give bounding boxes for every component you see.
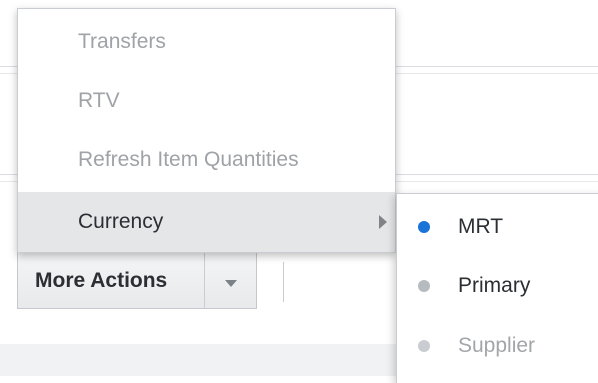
chevron-down-icon [224, 280, 237, 287]
radio-unselected-icon [418, 340, 430, 352]
radio-unselected-icon [418, 280, 430, 292]
menu-item-label: Currency [78, 210, 164, 233]
submenu-item-label: Primary [458, 274, 531, 297]
more-actions-split-button: More Actions [17, 252, 257, 309]
submenu-item-supplier[interactable]: Supplier [397, 317, 598, 375]
menu-item-currency[interactable]: Currency [18, 192, 395, 252]
submenu-item-mrt[interactable]: MRT [397, 198, 598, 256]
more-actions-menu: Transfers RTV Refresh Item Quantities Cu… [17, 8, 396, 253]
menu-item-rtv[interactable]: RTV [18, 72, 395, 130]
menu-item-label: Transfers [78, 30, 166, 53]
toolbar-separator [283, 262, 284, 302]
menu-item-label: RTV [78, 89, 120, 112]
more-actions-button[interactable]: More Actions [18, 253, 204, 308]
radio-selected-icon [418, 221, 430, 233]
menu-item-transfers[interactable]: Transfers [18, 13, 395, 71]
menu-item-label: Refresh Item Quantities [78, 148, 299, 171]
currency-submenu: MRT Primary Supplier [396, 193, 598, 383]
menu-item-refresh-item-quantities[interactable]: Refresh Item Quantities [18, 131, 395, 189]
submenu-item-label: Supplier [458, 334, 536, 357]
more-actions-dropdown-button[interactable] [205, 253, 256, 308]
submenu-item-primary[interactable]: Primary [397, 257, 598, 315]
chevron-right-icon [379, 215, 387, 229]
submenu-item-label: MRT [458, 215, 504, 238]
